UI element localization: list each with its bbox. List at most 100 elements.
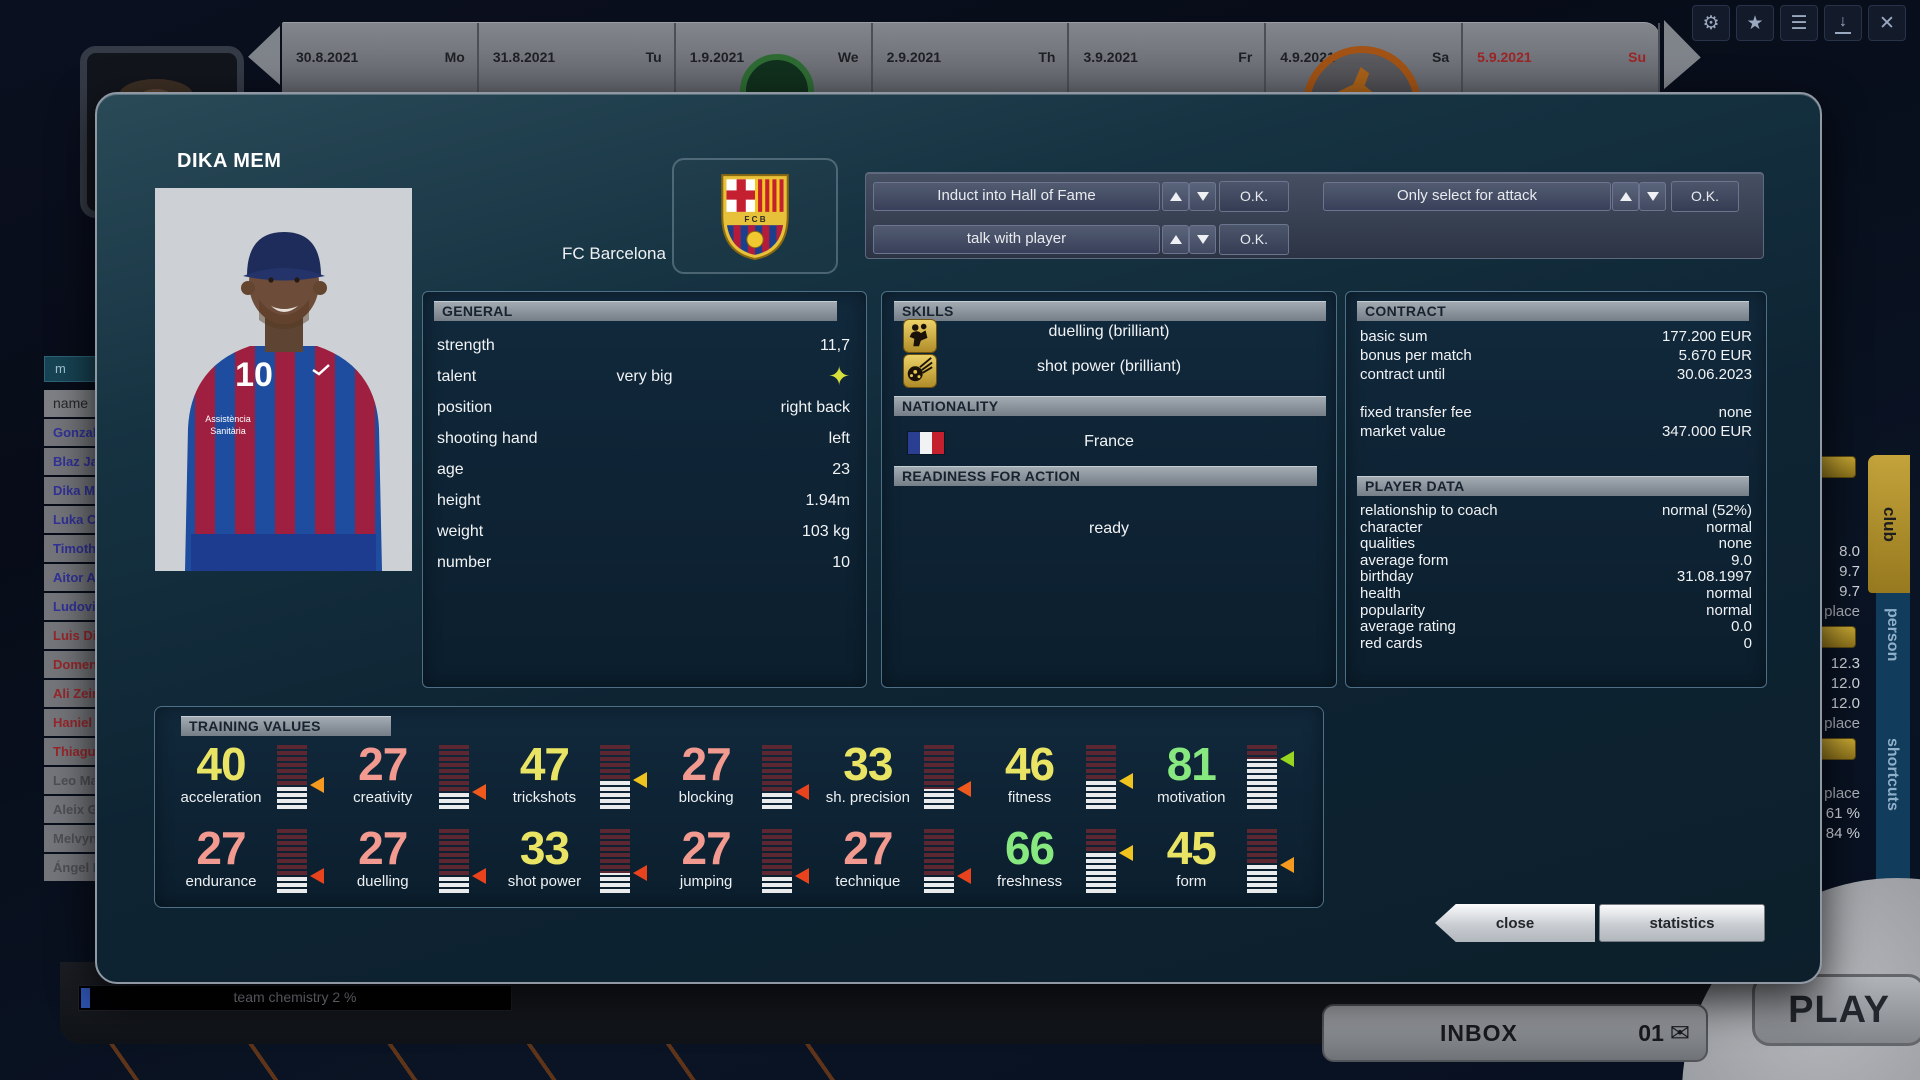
training-stat-label: form (1136, 873, 1246, 890)
talk-ok-button[interactable]: O.K. (1219, 224, 1289, 255)
training-gauge-fill (1247, 759, 1277, 809)
attack-up-arrow-icon[interactable] (1612, 182, 1639, 211)
menu-icon[interactable]: ☰ (1780, 5, 1818, 41)
player-data-label: qualities (1360, 536, 1415, 553)
play-button[interactable]: PLAY (1752, 974, 1920, 1046)
settings-icon[interactable]: ⚙ (1692, 5, 1730, 41)
player-data-value: none (1719, 536, 1752, 553)
general-row: position right back (423, 392, 866, 423)
training-stat-label: endurance (166, 873, 276, 890)
level-arrow-icon (957, 781, 971, 797)
player-data-label: red cards (1360, 636, 1423, 653)
player-data-value: 0.0 (1731, 619, 1752, 636)
hof-up-arrow-icon[interactable] (1162, 182, 1189, 211)
player-data-label: relationship to coach (1360, 503, 1498, 520)
training-stat-value: 66 (982, 821, 1078, 875)
calendar-day[interactable]: 30.8.2021 Mo (282, 23, 479, 93)
calendar-date: 3.9.2021 (1083, 49, 1138, 65)
tab-club[interactable]: club (1868, 455, 1910, 593)
general-label: strength (437, 330, 495, 361)
calendar-date: 2.9.2021 (887, 49, 942, 65)
calendar-day[interactable]: 5.9.2021 Su (1463, 23, 1660, 93)
svg-text:10: 10 (235, 356, 273, 394)
general-row: height 1.94m (423, 485, 866, 516)
right-panel-item: 9.7 (1839, 582, 1868, 602)
training-gauge-fill (924, 876, 954, 893)
training-stat-label: jumping (651, 873, 761, 890)
player-data-row: red cards 0 (1360, 636, 1752, 653)
talk-down-arrow-icon[interactable] (1189, 225, 1216, 254)
export-icon[interactable]: ↓ (1824, 5, 1862, 41)
contract-value: 347.000 EUR (1662, 423, 1752, 442)
general-row: talent very big ✦ (423, 361, 866, 392)
training-stat: 81 motivation (1143, 741, 1305, 819)
calendar-day[interactable]: 31.8.2021 Tu (479, 23, 676, 93)
training-stat-label: creativity (328, 789, 438, 806)
player-data-value: 31.08.1997 (1677, 569, 1752, 586)
hof-ok-button[interactable]: O.K. (1219, 181, 1289, 212)
general-value: 11,7 (820, 330, 850, 361)
calendar-day[interactable]: 2.9.2021 Th (873, 23, 1070, 93)
training-stat-value: 47 (496, 737, 592, 791)
attack-down-arrow-icon[interactable] (1639, 182, 1666, 211)
general-value: right back (781, 392, 850, 423)
statistics-button[interactable]: statistics (1599, 904, 1765, 942)
contract-value: 30.06.2023 (1677, 366, 1752, 385)
calendar-date: 31.8.2021 (493, 49, 555, 65)
contract-row (1360, 385, 1752, 404)
training-stat-value: 81 (1143, 737, 1239, 791)
favorites-icon[interactable]: ★ (1736, 5, 1774, 41)
training-stat: 66 freshness (982, 825, 1144, 903)
nationality-header: NATIONALITY (894, 396, 1326, 416)
inbox-count: 01 (1638, 1020, 1664, 1047)
general-header: GENERAL (434, 301, 837, 321)
training-stat-value: 27 (658, 821, 754, 875)
player-data-row: average form 9.0 (1360, 553, 1752, 570)
training-stat-value: 33 (496, 821, 592, 875)
player-data-row: health normal (1360, 586, 1752, 603)
player-data-row: qualities none (1360, 536, 1752, 553)
readiness-value: ready (882, 520, 1336, 538)
level-arrow-icon (1119, 773, 1133, 789)
general-label: position (437, 392, 492, 423)
general-row: strength 11,7 (423, 330, 866, 361)
calendar-weekday: Mo (445, 49, 465, 65)
calendar-prev-arrow-icon[interactable] (246, 26, 280, 90)
tab-shortcuts[interactable]: shortcuts (1883, 738, 1901, 811)
attack-select-dropdown[interactable]: Only select for attack (1323, 182, 1611, 211)
hof-down-arrow-icon[interactable] (1189, 182, 1216, 211)
app-screen: Ph 30.8.2021 Mo 31.8.2021 Tu 1.9.2021 We… (0, 0, 1920, 1080)
hall-of-fame-dropdown[interactable]: Induct into Hall of Fame (873, 182, 1160, 211)
training-stat-label: blocking (651, 789, 761, 806)
attack-ok-button[interactable]: O.K. (1671, 181, 1739, 212)
contract-label: bonus per match (1360, 347, 1472, 366)
team-chemistry-fill (81, 988, 90, 1008)
calendar-day[interactable]: 3.9.2021 Fr (1069, 23, 1266, 93)
level-arrow-icon (1280, 857, 1294, 873)
training-gauge (600, 745, 630, 809)
general-label: shooting hand (437, 423, 538, 454)
level-arrow-icon (1119, 845, 1133, 861)
general-value: ✦ (828, 361, 850, 392)
right-panel-item: place (1824, 602, 1868, 622)
training-stat: 33 shot power (496, 825, 658, 903)
calendar-weekday: Fr (1238, 49, 1252, 65)
contract-row: basic sum 177.200 EUR (1360, 328, 1752, 347)
right-panel-item: 12.0 (1831, 674, 1868, 694)
training-gauge (600, 829, 630, 893)
calendar-date: 30.8.2021 (296, 49, 358, 65)
nationality-value: France (882, 433, 1336, 451)
inbox-button[interactable]: INBOX 01 ✉ (1322, 1004, 1708, 1062)
training-stat-value: 27 (335, 737, 431, 791)
talk-up-arrow-icon[interactable] (1162, 225, 1189, 254)
talk-with-player-dropdown[interactable]: talk with player (873, 225, 1160, 254)
training-stat-value: 27 (335, 821, 431, 875)
right-panel-item: 61 % (1826, 804, 1868, 824)
tab-person[interactable]: person (1883, 608, 1901, 661)
close-window-icon[interactable]: ✕ (1868, 5, 1906, 41)
training-stat: 27 blocking (658, 741, 820, 819)
close-button[interactable]: close (1435, 904, 1595, 942)
inbox-label: INBOX (1440, 1020, 1518, 1047)
level-arrow-icon (795, 868, 809, 884)
svg-text:F C B: F C B (744, 215, 765, 224)
